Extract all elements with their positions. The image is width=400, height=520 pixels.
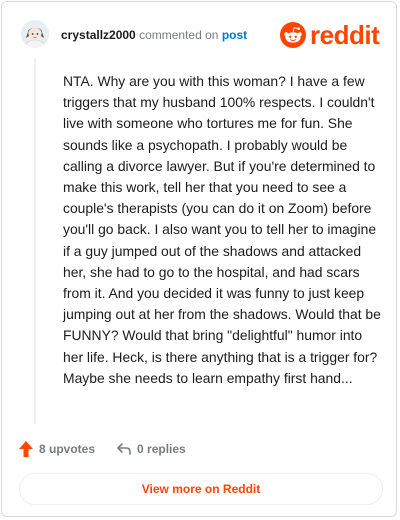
reddit-wordmark: reddit [310, 20, 380, 50]
post-link[interactable]: post [222, 28, 247, 42]
comment-byline: crystallz2000 commented on post [61, 28, 247, 42]
comment-body: NTA. Why are you with this woman? I have… [63, 73, 381, 386]
thread-line [34, 58, 36, 424]
reply-button[interactable]: 0 replies [116, 441, 186, 457]
reddit-comment-embed: crystallz2000 commented on post reddit N… [1, 1, 397, 517]
upvote-button[interactable]: 8 upvotes [18, 440, 95, 458]
view-more-button[interactable]: View more on Reddit [19, 473, 383, 505]
username-link[interactable]: crystallz2000 [61, 28, 136, 42]
comment-header: crystallz2000 commented on post reddit [2, 2, 396, 66]
reddit-snoo-icon [280, 22, 306, 48]
upvote-count: 8 upvotes [39, 442, 96, 456]
arrow-up-icon [19, 441, 33, 457]
reddit-logo[interactable]: reddit [280, 21, 386, 49]
avatar-icon [21, 20, 49, 48]
reply-count: 0 replies [137, 442, 186, 456]
comment-actions: 8 upvotes 0 replies [18, 438, 186, 460]
commented-on-text: commented on [139, 28, 219, 42]
reply-arrow-icon [117, 443, 131, 455]
user-avatar[interactable] [21, 20, 49, 48]
